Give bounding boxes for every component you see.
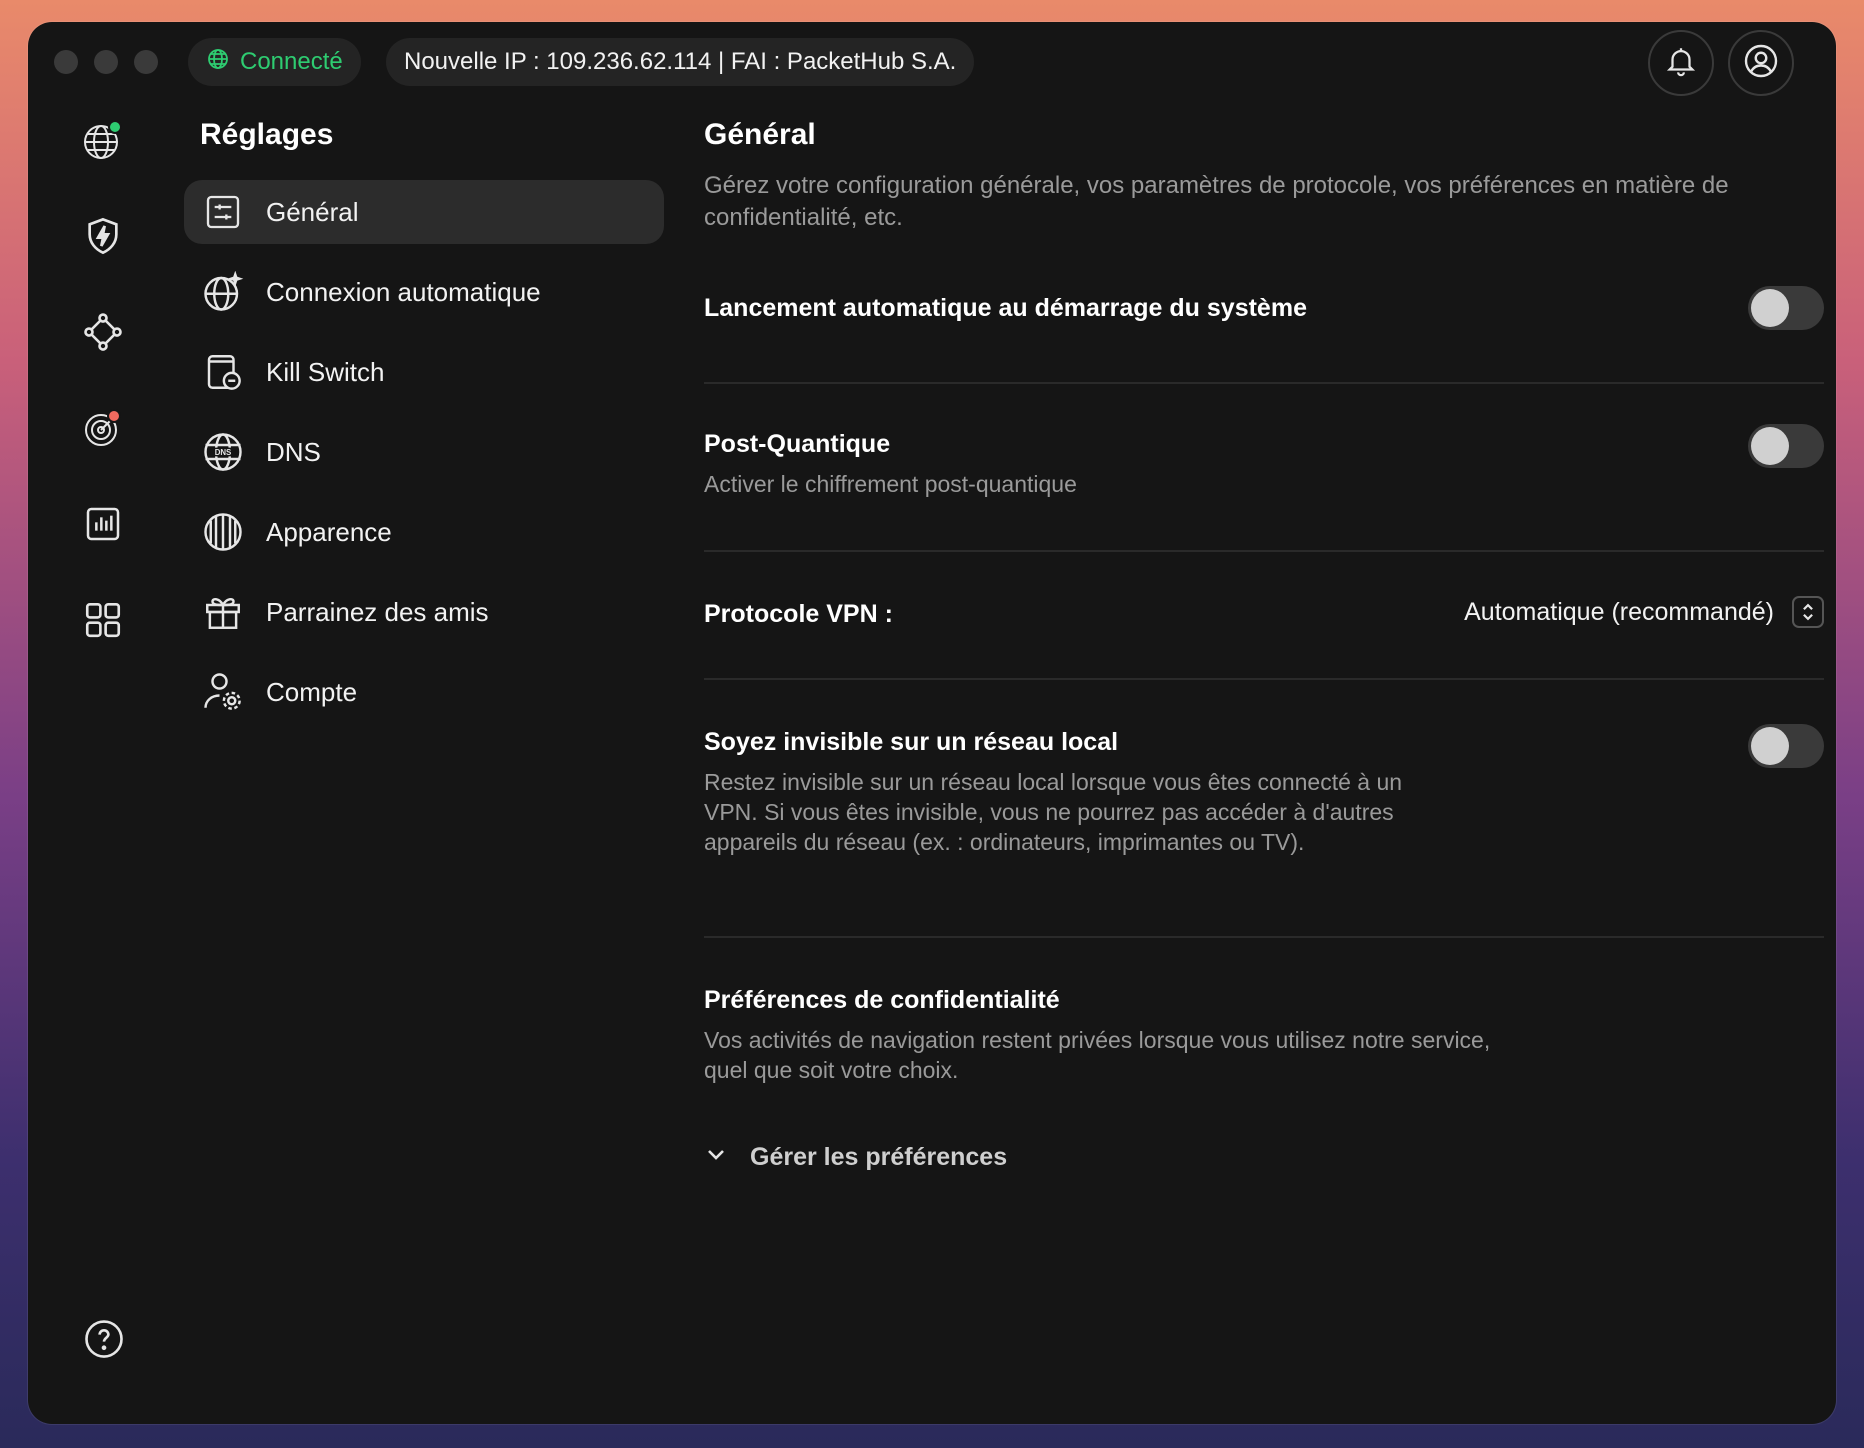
nav-item-label: Général bbox=[266, 196, 359, 227]
radar-alert-icon bbox=[81, 406, 125, 455]
shield-bolt-icon bbox=[83, 216, 123, 261]
minimize-window-button[interactable] bbox=[94, 50, 118, 74]
divider bbox=[704, 550, 1824, 552]
divider bbox=[704, 382, 1824, 384]
nav-item-kill-switch[interactable]: Kill Switch bbox=[184, 340, 664, 404]
vpn-protocol-setting: Protocole VPN : Automatique (recommandé) bbox=[704, 596, 1824, 629]
page-title: Général bbox=[704, 118, 816, 151]
rail-statistics-button[interactable] bbox=[81, 504, 125, 548]
rail-meshnet-button[interactable] bbox=[81, 312, 125, 356]
dns-globe-icon: DNS bbox=[202, 431, 244, 473]
help-button[interactable] bbox=[83, 1318, 125, 1365]
invisible-lan-title: Soyez invisible sur un réseau local bbox=[704, 728, 1119, 756]
post-quantum-setting: Post-Quantique Activer le chiffrement po… bbox=[704, 424, 1824, 499]
divider bbox=[704, 678, 1824, 680]
nav-item-label: Kill Switch bbox=[266, 356, 385, 387]
mesh-network-icon bbox=[82, 311, 124, 358]
general-settings-panel: Général Gérez votre configuration généra… bbox=[704, 118, 1824, 1171]
nav-item-dns[interactable]: DNS DNS bbox=[184, 420, 664, 484]
rail-connection-button[interactable] bbox=[81, 118, 125, 167]
svg-text:DNS: DNS bbox=[215, 448, 232, 457]
connection-info-text: Nouvelle IP : 109.236.62.114 | FAI : Pac… bbox=[404, 48, 957, 75]
nav-item-label: Compte bbox=[266, 676, 358, 707]
close-window-button[interactable] bbox=[54, 50, 78, 74]
nav-item-general[interactable]: Général bbox=[184, 180, 664, 244]
settings-title: Réglages bbox=[200, 118, 334, 151]
invisible-lan-setting: Soyez invisible sur un réseau local Rest… bbox=[704, 724, 1824, 857]
vpn-protocol-value: Automatique (recommandé) bbox=[1464, 597, 1774, 626]
chevron-down-icon bbox=[704, 1142, 728, 1173]
app-window: Connecté Nouvelle IP : 109.236.62.114 | … bbox=[28, 22, 1836, 1424]
help-icon bbox=[83, 1320, 125, 1364]
nav-item-appearance[interactable]: Apparence bbox=[184, 500, 664, 564]
updown-chevron-icon bbox=[1792, 596, 1824, 628]
rail-apps-button[interactable] bbox=[81, 600, 125, 644]
privacy-title: Préférences de confidentialité bbox=[704, 986, 1060, 1014]
globe-icon bbox=[206, 47, 230, 78]
post-quantum-title: Post-Quantique bbox=[704, 430, 891, 458]
nav-item-label: Parrainez des amis bbox=[266, 596, 489, 627]
connection-status-label: Connecté bbox=[240, 48, 343, 75]
sliders-icon bbox=[202, 191, 244, 233]
account-gear-icon bbox=[202, 671, 244, 713]
autolaunch-toggle[interactable] bbox=[1748, 286, 1824, 330]
page-description: Gérez votre configuration générale, vos … bbox=[704, 172, 1729, 231]
window-controls bbox=[54, 50, 158, 74]
nav-item-refer-friends[interactable]: Parrainez des amis bbox=[184, 580, 664, 644]
post-quantum-subtitle: Activer le chiffrement post-quantique bbox=[704, 471, 1077, 497]
invisible-lan-subtitle: Restez invisible sur un réseau local lor… bbox=[704, 769, 1403, 855]
connection-status-badge[interactable]: Connecté bbox=[188, 38, 361, 86]
divider bbox=[704, 936, 1824, 938]
globe-connected-icon bbox=[81, 118, 125, 167]
notifications-button[interactable] bbox=[1648, 30, 1714, 96]
autolaunch-setting: Lancement automatique au démarrage du sy… bbox=[704, 286, 1824, 330]
nav-item-account[interactable]: Compte bbox=[184, 660, 664, 724]
rail-threat-protection-button[interactable] bbox=[81, 216, 125, 260]
nav-item-label: DNS bbox=[266, 436, 321, 467]
manage-preferences-row: Gérer les préférences bbox=[704, 1142, 1824, 1173]
connection-info-badge: Nouvelle IP : 109.236.62.114 | FAI : Pac… bbox=[386, 38, 975, 86]
kill-switch-icon bbox=[202, 351, 244, 393]
manage-preferences-label: Gérer les préférences bbox=[750, 1143, 1008, 1171]
zoom-window-button[interactable] bbox=[134, 50, 158, 74]
nav-item-auto-connect[interactable]: Connexion automatique bbox=[184, 260, 664, 324]
globe-sparkle-icon bbox=[202, 271, 244, 313]
gift-icon bbox=[202, 591, 244, 633]
rail-dark-web-monitor-button[interactable] bbox=[81, 408, 125, 452]
nav-item-label: Connexion automatique bbox=[266, 276, 541, 307]
profile-icon bbox=[1743, 43, 1779, 84]
autolaunch-title: Lancement automatique au démarrage du sy… bbox=[704, 294, 1307, 322]
privacy-subtitle: Vos activités de navigation restent priv… bbox=[704, 1027, 1491, 1083]
bell-icon bbox=[1664, 44, 1698, 83]
privacy-preferences-section: Préférences de confidentialité Vos activ… bbox=[704, 986, 1824, 1085]
settings-nav: Général Connexion automatique Kill Switc… bbox=[184, 180, 664, 740]
statistics-icon bbox=[83, 504, 123, 549]
apps-grid-icon bbox=[82, 599, 124, 646]
nav-item-label: Apparence bbox=[266, 516, 392, 547]
profile-button[interactable] bbox=[1728, 30, 1794, 96]
invisible-lan-toggle[interactable] bbox=[1748, 724, 1824, 768]
vpn-protocol-select[interactable]: Automatique (recommandé) bbox=[1464, 596, 1824, 628]
appearance-icon bbox=[202, 511, 244, 553]
manage-preferences-button[interactable]: Gérer les préférences bbox=[704, 1142, 1824, 1173]
post-quantum-toggle[interactable] bbox=[1748, 424, 1824, 468]
